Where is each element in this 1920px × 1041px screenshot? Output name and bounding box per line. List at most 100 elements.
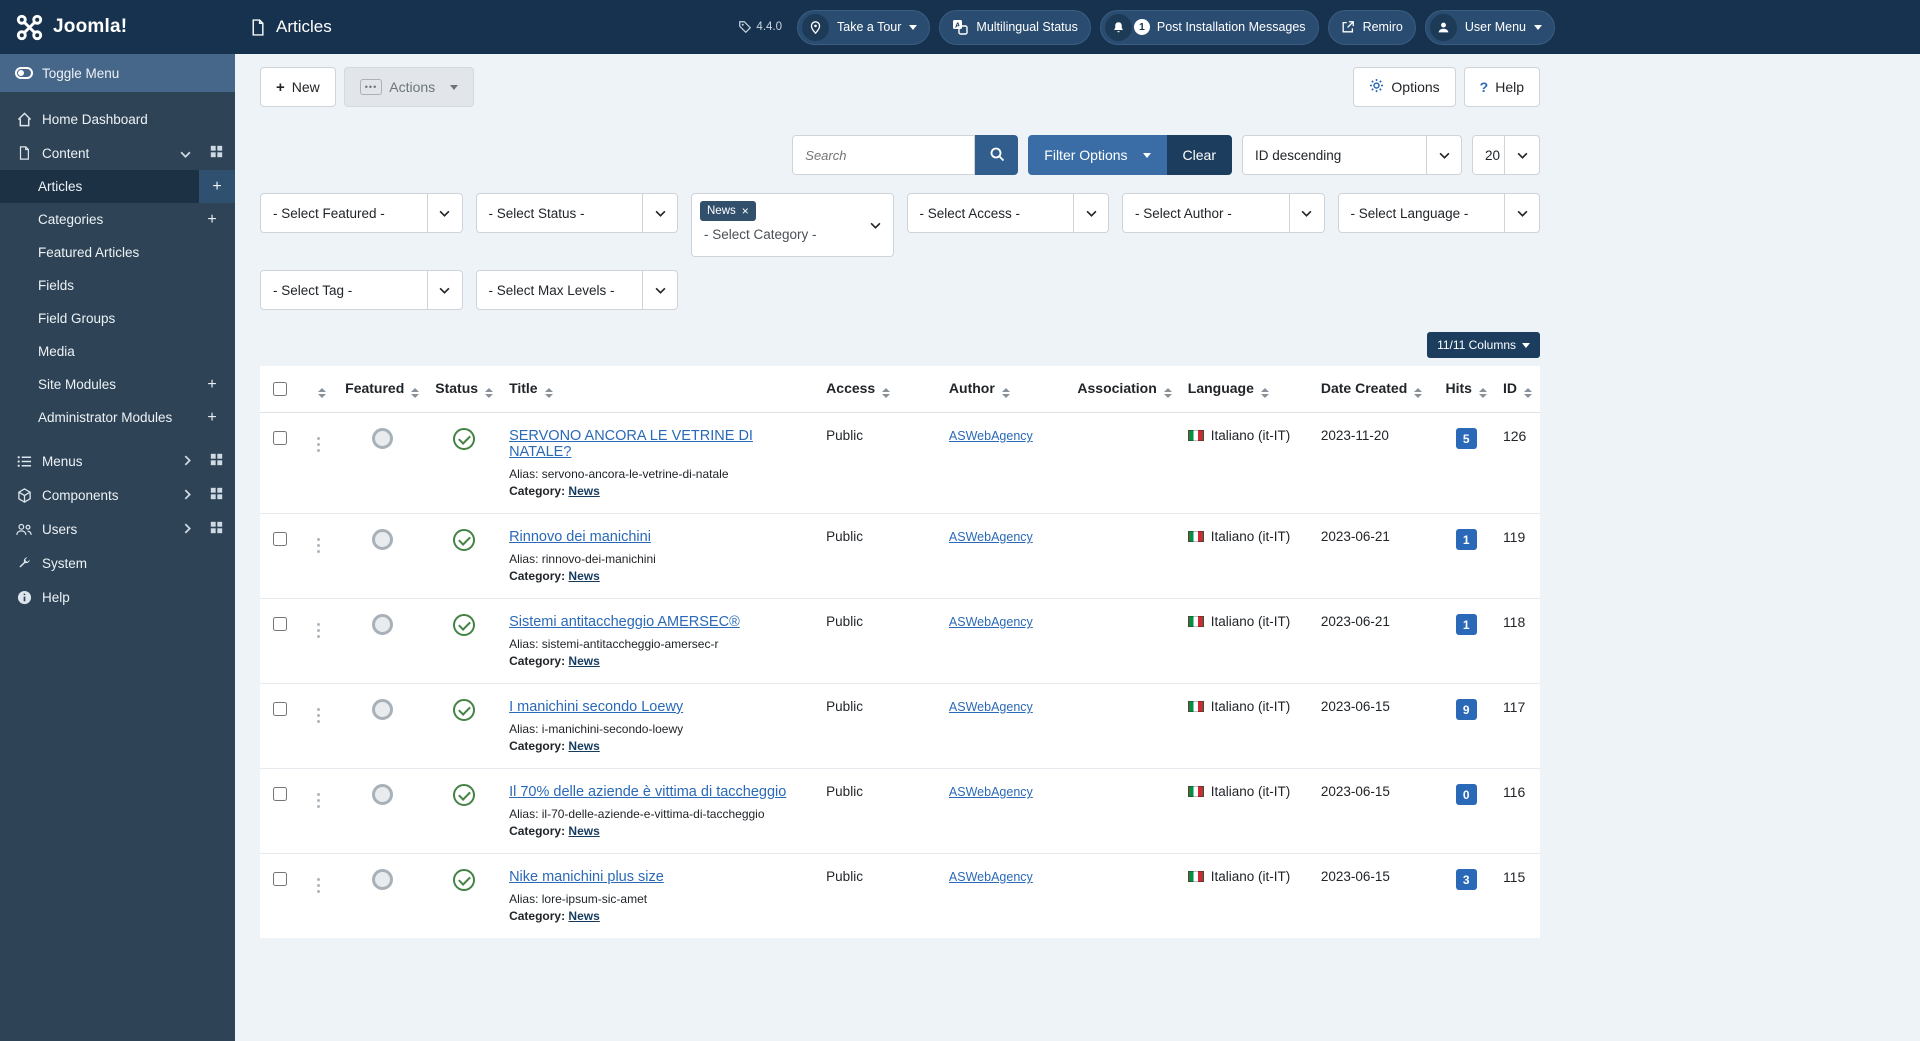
multilingual-status-button[interactable]: A Multilingual Status [939, 9, 1091, 45]
category-link[interactable]: News [568, 569, 599, 583]
row-checkbox[interactable] [272, 787, 287, 801]
toggle-menu-button[interactable]: Toggle Menu [0, 54, 235, 92]
components-dashboard-grid-icon[interactable] [210, 487, 223, 503]
clear-button[interactable]: Clear [1166, 135, 1232, 175]
sidebar-item-site-modules[interactable]: Site Modules + [0, 368, 235, 401]
author-link[interactable]: ASWebAgency [949, 700, 1033, 714]
featured-toggle-icon[interactable] [371, 614, 393, 635]
status-published-icon[interactable] [453, 784, 476, 806]
status-published-icon[interactable] [453, 428, 476, 450]
select-tag[interactable]: - Select Tag - [260, 270, 463, 310]
add-article-button[interactable]: + [199, 170, 235, 203]
page-size-select[interactable]: 20 [1472, 135, 1540, 175]
article-title-link[interactable]: I manichini secondo Loewy [509, 699, 683, 715]
article-title-link[interactable]: Il 70% delle aziende è vittima di tacche… [509, 784, 786, 800]
sidebar-item-articles[interactable]: Articles + [0, 170, 235, 203]
filter-options-button[interactable]: Filter Options [1028, 135, 1167, 175]
sidebar-item-media[interactable]: Media [0, 335, 235, 368]
select-access[interactable]: - Select Access - [906, 193, 1109, 233]
row-checkbox[interactable] [272, 431, 287, 445]
author-link[interactable]: ASWebAgency [949, 530, 1033, 544]
category-link[interactable]: News [568, 654, 599, 668]
category-link[interactable]: News [568, 739, 599, 753]
author-link[interactable]: ASWebAgency [949, 429, 1033, 443]
drag-handle-icon[interactable] [316, 793, 320, 796]
drag-handle-icon[interactable] [316, 538, 320, 541]
id-column-header[interactable]: ID [1494, 366, 1540, 413]
sidebar-item-fields[interactable]: Fields [0, 269, 235, 302]
date-created-column-header[interactable]: Date Created [1312, 366, 1438, 413]
select-category[interactable]: News × - Select Category - [691, 193, 894, 257]
author-link[interactable]: ASWebAgency [949, 785, 1033, 799]
post-installation-messages-button[interactable]: 1 Post Installation Messages [1099, 9, 1319, 45]
featured-toggle-icon[interactable] [371, 784, 393, 805]
select-featured[interactable]: - Select Featured - [260, 193, 463, 233]
menus-dashboard-grid-icon[interactable] [210, 453, 223, 469]
columns-selector-button[interactable]: 11/11 Columns [1427, 332, 1540, 358]
user-menu-button[interactable]: User Menu [1424, 9, 1555, 45]
select-author[interactable]: - Select Author - [1122, 193, 1325, 233]
featured-toggle-icon[interactable] [371, 529, 393, 550]
sidebar-item-help[interactable]: Help [0, 580, 235, 614]
title-column-header[interactable]: Title [501, 366, 819, 413]
help-button[interactable]: ? Help [1463, 67, 1540, 107]
category-link[interactable]: News [568, 484, 599, 498]
status-column-header[interactable]: Status [427, 366, 502, 413]
drag-handle-icon[interactable] [316, 623, 320, 626]
add-category-button[interactable]: + [201, 211, 223, 229]
users-dashboard-grid-icon[interactable] [210, 521, 223, 537]
language-column-header[interactable]: Language [1179, 366, 1313, 413]
sidebar-item-content[interactable]: Content [0, 136, 235, 170]
row-checkbox[interactable] [272, 872, 287, 886]
featured-column-header[interactable]: Featured [337, 366, 428, 413]
category-link[interactable]: News [568, 824, 599, 838]
actions-button[interactable]: ••• Actions [343, 67, 475, 107]
row-checkbox[interactable] [272, 702, 287, 716]
article-title-link[interactable]: Nike manichini plus size [509, 869, 664, 885]
status-published-icon[interactable] [453, 614, 476, 636]
select-status[interactable]: - Select Status - [475, 193, 678, 233]
chip-remove-icon[interactable]: × [742, 204, 749, 218]
row-checkbox[interactable] [272, 532, 287, 546]
take-a-tour-button[interactable]: Take a Tour [797, 9, 931, 45]
sidebar-item-administrator-modules[interactable]: Administrator Modules + [0, 401, 235, 434]
search-input[interactable] [792, 135, 976, 175]
options-button[interactable]: Options [1353, 67, 1456, 107]
site-preview-button[interactable]: Remiro [1327, 9, 1416, 45]
content-dashboard-grid-icon[interactable] [210, 145, 223, 161]
add-site-module-button[interactable]: + [201, 376, 223, 394]
status-published-icon[interactable] [453, 529, 476, 551]
new-button[interactable]: + New [260, 67, 336, 107]
featured-toggle-icon[interactable] [371, 869, 393, 890]
sidebar-item-field-groups[interactable]: Field Groups [0, 302, 235, 335]
status-published-icon[interactable] [453, 699, 476, 721]
order-column-header[interactable] [299, 366, 338, 413]
article-title-link[interactable]: Sistemi antitaccheggio AMERSEC® [509, 614, 740, 630]
select-max-levels[interactable]: - Select Max Levels - [475, 270, 678, 310]
search-button[interactable] [975, 135, 1019, 175]
add-admin-module-button[interactable]: + [201, 409, 223, 427]
author-link[interactable]: ASWebAgency [949, 615, 1033, 629]
access-column-header[interactable]: Access [818, 366, 941, 413]
featured-toggle-icon[interactable] [371, 428, 393, 449]
sidebar-item-categories[interactable]: Categories + [0, 203, 235, 236]
sidebar-item-system[interactable]: System [0, 546, 235, 580]
article-title-link[interactable]: SERVONO ANCORA LE VETRINE DI NATALE? [509, 428, 753, 460]
author-column-header[interactable]: Author [940, 366, 1070, 413]
category-link[interactable]: News [568, 909, 599, 923]
drag-handle-icon[interactable] [316, 878, 320, 881]
author-link[interactable]: ASWebAgency [949, 870, 1033, 884]
sidebar-item-menus[interactable]: Menus [0, 444, 235, 478]
association-column-header[interactable]: Association [1069, 366, 1180, 413]
select-language[interactable]: - Select Language - [1337, 193, 1540, 233]
row-checkbox[interactable] [272, 617, 287, 631]
featured-toggle-icon[interactable] [371, 699, 393, 720]
drag-handle-icon[interactable] [316, 708, 320, 711]
sidebar-item-components[interactable]: Components [0, 478, 235, 512]
sidebar-item-users[interactable]: Users [0, 512, 235, 546]
hits-column-header[interactable]: Hits [1437, 366, 1495, 413]
sidebar-item-featured-articles[interactable]: Featured Articles [0, 236, 235, 269]
sidebar-item-home-dashboard[interactable]: Home Dashboard [0, 102, 235, 136]
sort-order-select[interactable]: ID descending [1242, 135, 1462, 175]
select-all-checkbox[interactable] [272, 382, 287, 396]
